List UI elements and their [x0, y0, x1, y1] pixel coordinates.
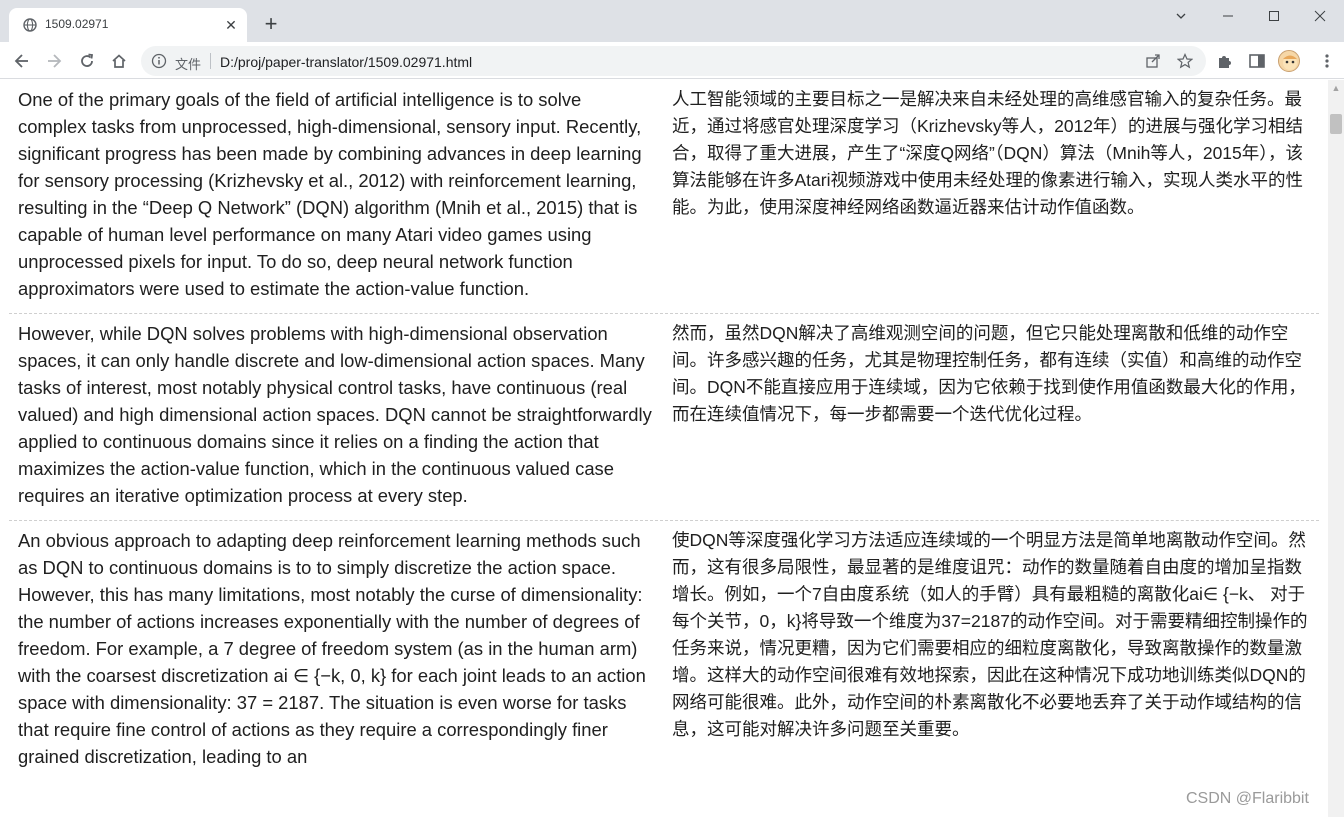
extensions-puzzle-icon[interactable] [1216, 52, 1234, 70]
close-window-button[interactable] [1297, 4, 1343, 28]
url-divider [210, 53, 211, 69]
share-icon[interactable] [1145, 53, 1161, 69]
paragraph-row: However, while DQN solves problems with … [9, 314, 1319, 521]
chinese-paragraph: 人工智能领域的主要目标之一是解决来自未经处理的高维感官输入的复杂任务。最近，通过… [672, 89, 1304, 217]
watermark: CSDN @Flaribbit [1186, 790, 1309, 807]
profile-avatar[interactable] [1278, 50, 1300, 72]
home-icon[interactable] [106, 48, 132, 74]
english-paragraph: An obvious approach to adapting deep rei… [18, 530, 646, 767]
scroll-up-arrow-icon[interactable]: ▲ [1328, 80, 1344, 96]
side-panel-icon[interactable] [1248, 52, 1266, 70]
tab-search-chevron-down-icon[interactable] [1158, 4, 1204, 28]
maximize-button[interactable] [1251, 4, 1297, 28]
browser-tab-active[interactable]: 1509.02971 ✕ [9, 8, 247, 42]
globe-icon [23, 18, 37, 32]
back-arrow-icon[interactable] [9, 48, 35, 74]
browser-toolbar: 文件 D:/proj/paper-translator/1509.02971.h… [0, 42, 1344, 79]
vertical-scrollbar[interactable]: ▲ [1328, 80, 1344, 817]
new-tab-button[interactable]: + [259, 13, 283, 37]
minimize-button[interactable] [1205, 4, 1251, 28]
chinese-paragraph: 使DQN等深度强化学习方法适应连续域的一个明显方法是简单地离散动作空间。然而，这… [672, 530, 1308, 739]
paragraph-row: An obvious approach to adapting deep rei… [9, 521, 1319, 781]
scheme-label: 文件 [175, 57, 202, 72]
tab-strip: 1509.02971 ✕ + [0, 0, 1344, 42]
english-paragraph: One of the primary goals of the field of… [18, 89, 642, 299]
info-icon[interactable] [151, 53, 167, 69]
chinese-paragraph: 然而，虽然DQN解决了高维观测空间的问题，但它只能处理离散和低维的动作空间。许多… [672, 323, 1306, 424]
tab-title: 1509.02971 [45, 17, 109, 31]
reload-icon[interactable] [74, 48, 100, 74]
more-options-icon[interactable] [1318, 52, 1336, 70]
forward-arrow-icon[interactable] [41, 48, 67, 74]
tab-close-icon[interactable]: ✕ [222, 16, 240, 34]
english-paragraph: However, while DQN solves problems with … [18, 323, 652, 506]
paragraph-row: One of the primary goals of the field of… [9, 80, 1319, 314]
address-bar[interactable]: 文件 D:/proj/paper-translator/1509.02971.h… [141, 46, 1206, 76]
url-text[interactable]: D:/proj/paper-translator/1509.02971.html [220, 54, 472, 70]
scrollbar-thumb[interactable] [1330, 114, 1342, 134]
bookmark-star-icon[interactable] [1176, 53, 1194, 69]
page-content: One of the primary goals of the field of… [0, 80, 1328, 817]
